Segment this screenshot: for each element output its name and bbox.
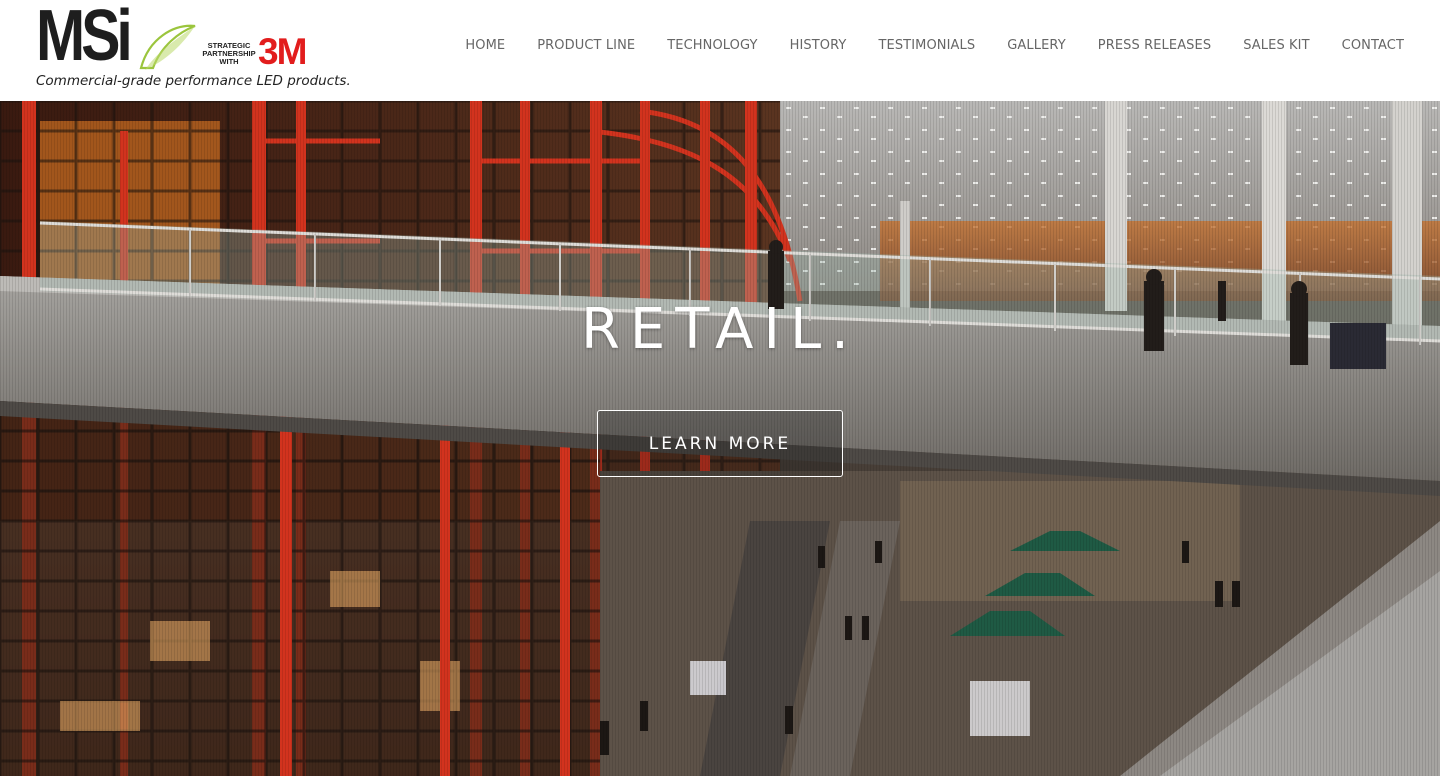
nav-item-testimonials[interactable]: TESTIMONIALS (878, 38, 975, 53)
nav-item-home[interactable]: HOME (465, 38, 505, 53)
nav-item-press-releases[interactable]: PRESS RELEASES (1098, 38, 1211, 53)
nav-item-technology[interactable]: TECHNOLOGY (667, 38, 757, 53)
learn-more-button[interactable]: LEARN MORE (597, 410, 843, 477)
3m-logo: 3M (258, 31, 307, 72)
hero-section: RETAIL. LEARN MORE (0, 101, 1440, 776)
site-header: MSi STRATEGIC PARTNERSHIP WITH 3M Commer… (0, 0, 1440, 101)
logo-brand-text: MSi (36, 0, 133, 76)
msi-logo[interactable]: MSi STRATEGIC PARTNERSHIP WITH 3M Commer… (36, 0, 351, 94)
nav-item-contact[interactable]: CONTACT (1342, 38, 1404, 53)
nav-item-gallery[interactable]: GALLERY (1007, 38, 1066, 53)
nav-item-product-line[interactable]: PRODUCT LINE (537, 38, 635, 53)
strategic-partnership-text: STRATEGIC PARTNERSHIP WITH (194, 42, 264, 66)
nav-item-sales-kit[interactable]: SALES KIT (1243, 38, 1309, 53)
partnership-line: WITH (219, 57, 239, 66)
leaf-swoosh-icon (139, 24, 196, 70)
hero-title: RETAIL. (581, 297, 859, 362)
nav-item-history[interactable]: HISTORY (790, 38, 847, 53)
logo-tagline: Commercial-grade performance LED product… (36, 73, 351, 89)
main-nav: HOME PRODUCT LINE TECHNOLOGY HISTORY TES… (433, 38, 1404, 53)
